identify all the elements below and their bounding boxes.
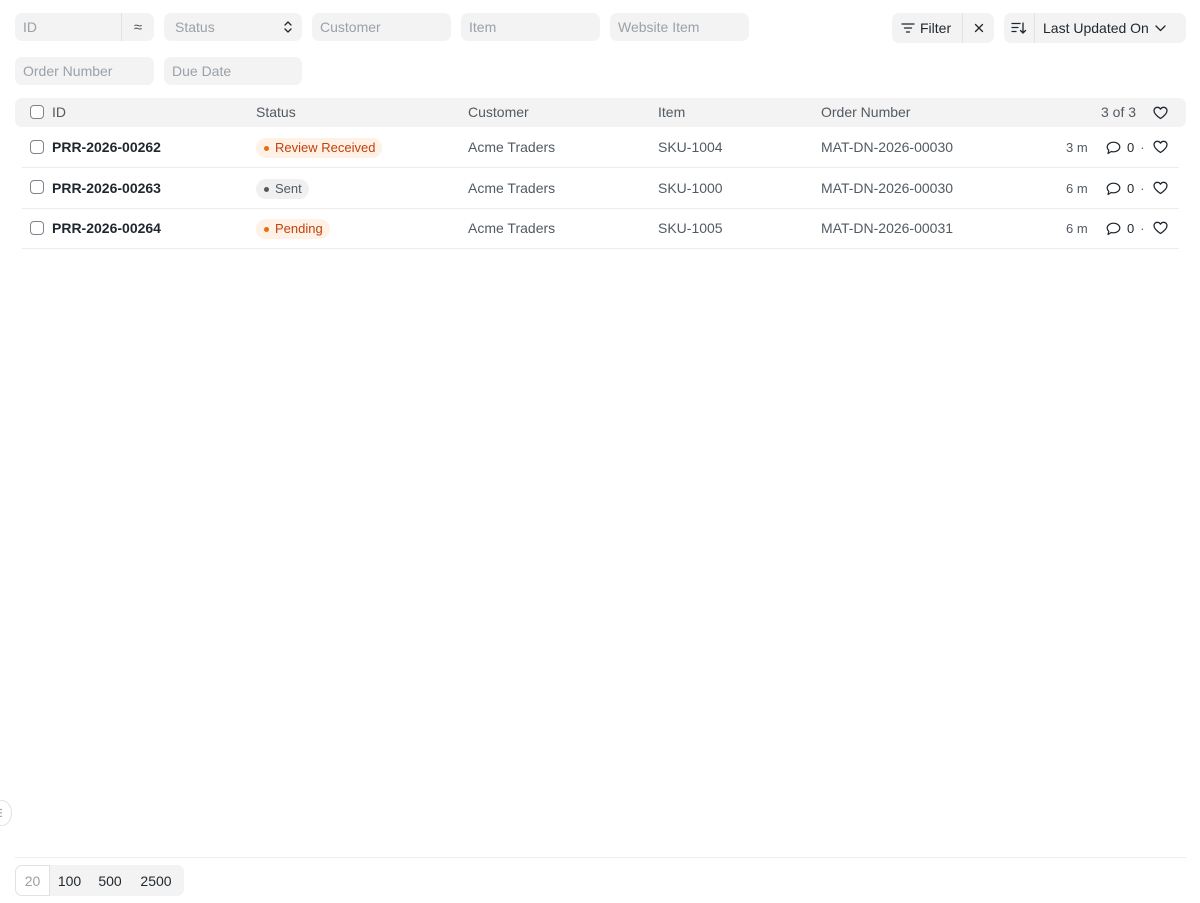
comment-icon: [1106, 222, 1121, 235]
approx-match-icon[interactable]: ≈: [122, 13, 154, 41]
header-id[interactable]: ID: [52, 98, 66, 127]
id-filter-input[interactable]: [15, 13, 121, 41]
status-filter-select[interactable]: Status: [164, 13, 302, 41]
status-badge: Pending: [256, 219, 330, 239]
row-checkbox[interactable]: [30, 180, 44, 194]
heart-icon[interactable]: [1153, 106, 1168, 120]
item-filter-input[interactable]: [461, 13, 600, 41]
filter-button-group: Filter: [892, 13, 994, 43]
due-date-filter-input[interactable]: [164, 57, 302, 85]
sort-field-label: Last Updated On: [1043, 20, 1149, 36]
id-filter-group: ≈: [15, 13, 154, 41]
row-customer: Acme Traders: [468, 180, 556, 196]
select-updown-icon: [284, 21, 292, 33]
comment-count: 0: [1127, 140, 1135, 155]
row-comments[interactable]: 0 ·: [1106, 168, 1145, 209]
header-order-number[interactable]: Order Number: [821, 98, 910, 127]
status-badge: Review Received: [256, 138, 383, 158]
row-checkbox[interactable]: [30, 221, 44, 235]
row-order-number: MAT-DN-2026-00030: [821, 139, 954, 155]
page-size-selector: 20 100 500 2500: [15, 865, 184, 896]
row-item: SKU-1005: [658, 220, 723, 236]
chevron-down-icon: [1155, 24, 1166, 31]
list-header: ID Status Customer Item Order Number 3 o…: [15, 98, 1186, 127]
record-count: 3 of 3: [1101, 104, 1137, 120]
customer-filter-input[interactable]: [312, 13, 451, 41]
header-customer[interactable]: Customer: [468, 98, 529, 127]
row-id-link[interactable]: PRR-2026-00264: [52, 208, 161, 249]
row-order-number: MAT-DN-2026-00030: [821, 180, 954, 196]
sort-descending-icon: [1011, 22, 1027, 34]
order-number-filter-input[interactable]: [15, 57, 154, 85]
sort-group: Last Updated On: [1004, 13, 1186, 43]
row-item: SKU-1004: [658, 139, 723, 155]
list-row[interactable]: PRR-2026-00263 Sent Acme Traders SKU-100…: [22, 168, 1179, 209]
header-status[interactable]: Status: [256, 98, 296, 127]
row-modified: 3 m: [1066, 140, 1088, 155]
page-size-100-button[interactable]: 100: [50, 865, 89, 896]
meta-separator-dot: ·: [1140, 140, 1145, 155]
status-dot: [264, 186, 269, 192]
comment-icon: [1106, 141, 1121, 154]
row-checkbox[interactable]: [30, 140, 44, 154]
filter-icon: [901, 23, 915, 33]
sort-direction-button[interactable]: [1004, 13, 1034, 43]
list-row[interactable]: PRR-2026-00262 Review Received Acme Trad…: [22, 127, 1179, 168]
page-size-20-button[interactable]: 20: [15, 865, 50, 896]
status-badge-label: Sent: [275, 181, 302, 196]
status-filter-placeholder: Status: [175, 19, 215, 35]
row-modified: 6 m: [1066, 181, 1088, 196]
sort-field-dropdown[interactable]: Last Updated On: [1035, 13, 1186, 43]
heart-icon[interactable]: [1153, 221, 1168, 235]
website-item-filter-input[interactable]: [610, 13, 749, 41]
page-size-500-button[interactable]: 500: [89, 865, 131, 896]
status-badge-label: Review Received: [275, 140, 376, 155]
meta-separator-dot: ·: [1140, 181, 1145, 196]
row-order-number: MAT-DN-2026-00031: [821, 220, 954, 236]
select-all-checkbox[interactable]: [30, 105, 44, 119]
clear-filters-button[interactable]: [963, 13, 994, 43]
row-customer: Acme Traders: [468, 139, 556, 155]
row-id-link[interactable]: PRR-2026-00263: [52, 168, 161, 209]
sidebar-toggle-button[interactable]: ⋮: [0, 800, 12, 826]
row-comments[interactable]: 0 ·: [1106, 208, 1145, 249]
close-icon: [974, 23, 983, 33]
filter-button[interactable]: Filter: [892, 13, 962, 43]
status-badge-label: Pending: [275, 221, 323, 236]
comment-count: 0: [1127, 181, 1135, 196]
status-dot: [264, 226, 269, 232]
row-comments[interactable]: 0 ·: [1106, 127, 1145, 168]
meta-separator-dot: ·: [1140, 221, 1145, 236]
row-modified: 6 m: [1066, 221, 1088, 236]
row-customer: Acme Traders: [468, 220, 556, 236]
status-badge: Sent: [256, 179, 309, 199]
row-id-link[interactable]: PRR-2026-00262: [52, 127, 161, 168]
page-size-2500-button[interactable]: 2500: [131, 865, 181, 896]
sidebar-toggle-icon: ⋮: [0, 807, 6, 819]
heart-icon[interactable]: [1153, 181, 1168, 195]
row-item: SKU-1000: [658, 180, 723, 196]
header-item[interactable]: Item: [658, 98, 685, 127]
status-dot: [264, 145, 269, 151]
heart-icon[interactable]: [1153, 140, 1168, 154]
footer-divider: [15, 857, 1186, 858]
comment-count: 0: [1127, 221, 1135, 236]
filter-button-label: Filter: [920, 20, 952, 36]
list-row[interactable]: PRR-2026-00264 Pending Acme Traders SKU-…: [22, 208, 1179, 249]
comment-icon: [1106, 182, 1121, 195]
